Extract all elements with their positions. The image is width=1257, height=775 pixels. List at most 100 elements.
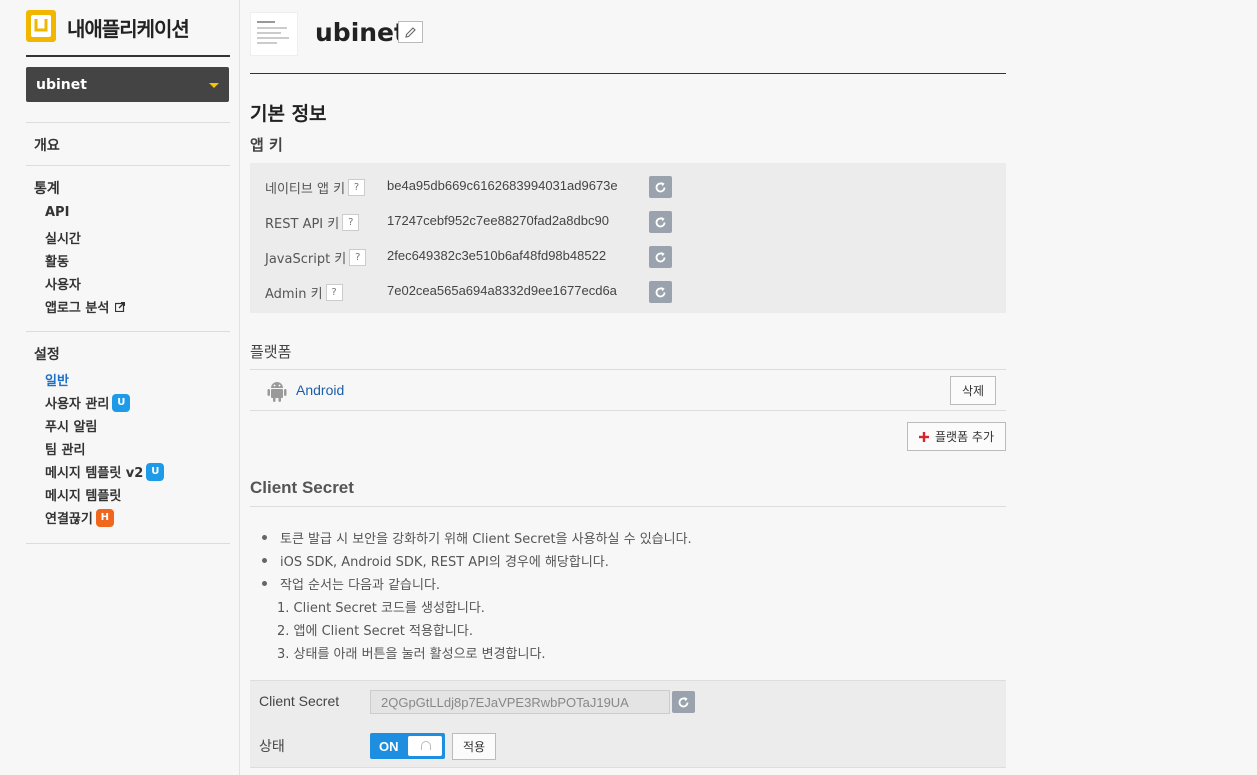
- step-item: 1. Client Secret 코드를 생성합니다.: [277, 601, 485, 616]
- nav-item-label: 사용자: [45, 278, 81, 293]
- section-title-platform: 플랫폼: [250, 343, 292, 361]
- nav-item-label: 일반: [45, 374, 69, 389]
- add-platform-button[interactable]: 플랫폼 추가: [907, 422, 1006, 451]
- key-row-rest-api: REST API 키? 17247cebf952c7ee88270fad2a8d…: [250, 210, 1006, 234]
- nav-item-activity[interactable]: 활동: [45, 251, 69, 270]
- client-secret-field[interactable]: 2QGpGtLLdj8p7EJaVPE3RwbPOTaJ19UA: [370, 690, 670, 714]
- key-value: 2fec649382c3e510b6af48fd98b48522: [387, 248, 607, 263]
- key-label: Admin 키?: [265, 283, 343, 302]
- nav-heading-stats: 통계: [34, 181, 60, 197]
- brand-title: 내애플리케이션: [67, 17, 190, 41]
- refresh-icon: [655, 216, 666, 227]
- app-logo-icon: [26, 10, 56, 42]
- key-label: JavaScript 키?: [265, 248, 367, 267]
- key-value: be4a95db669c6162683994031ad9673e: [387, 178, 618, 193]
- nav-item-label: 사용자 관리: [45, 397, 110, 412]
- nav-item-push-notification[interactable]: 푸시 알림: [45, 416, 97, 435]
- key-row-admin: Admin 키? 7e02cea565a694a8332d9ee1677ecd6…: [250, 280, 1006, 304]
- section-title-basic-info: 기본 정보: [250, 103, 327, 125]
- step-item: 3. 상태를 아래 버튼을 눌러 활성으로 변경합니다.: [277, 647, 546, 662]
- platform-row: Android 삭제: [250, 369, 1006, 411]
- app-name: ubinet: [315, 18, 406, 47]
- nav-heading-settings: 설정: [34, 347, 60, 363]
- app-thumbnail: [250, 12, 298, 56]
- help-icon[interactable]: ?: [325, 284, 343, 301]
- status-toggle[interactable]: ON: [370, 733, 445, 759]
- refresh-icon: [655, 181, 666, 192]
- brand: 내애플리케이션: [26, 9, 230, 57]
- nav-item-users[interactable]: 사용자: [45, 274, 81, 293]
- reissue-key-button[interactable]: [649, 281, 672, 303]
- nav-item-user-management[interactable]: 사용자 관리 U: [45, 393, 131, 412]
- info-bullet: 토큰 발급 시 보안을 강화하기 위해 Client Secret을 사용하실 …: [262, 528, 692, 547]
- key-label: 네이티브 앱 키?: [265, 178, 366, 197]
- app-header: ubinet: [250, 10, 1006, 74]
- nav-item-label: 푸시 알림: [45, 420, 98, 435]
- reissue-key-button[interactable]: [649, 176, 672, 198]
- thumb-line: [257, 42, 277, 44]
- info-bullet: iOS SDK, Android SDK, REST API의 경우에 해당합니…: [262, 551, 609, 570]
- reissue-key-button[interactable]: [649, 246, 672, 268]
- divider: [26, 122, 230, 123]
- add-platform-label: 플랫폼 추가: [934, 430, 994, 444]
- nav-item-label: 메시지 템플릿: [45, 489, 122, 504]
- nav-item-label: 연결끊기: [45, 512, 93, 527]
- divider: [26, 331, 230, 332]
- help-icon[interactable]: ?: [348, 179, 366, 196]
- nav-overview[interactable]: 개요: [34, 135, 60, 155]
- update-badge: U: [146, 462, 165, 481]
- nav-item-label: 팀 관리: [45, 443, 86, 458]
- key-row-javascript: JavaScript 키? 2fec649382c3e510b6af48fd98…: [250, 245, 1006, 269]
- divider: [26, 165, 230, 166]
- platform-android-link[interactable]: Android: [296, 382, 344, 398]
- key-label-text: REST API 키: [265, 217, 340, 232]
- divider: [26, 543, 230, 544]
- delete-platform-button[interactable]: 삭제: [950, 376, 996, 405]
- key-row-native: 네이티브 앱 키? be4a95db669c6162683994031ad967…: [250, 175, 1006, 199]
- toggle-knob: [408, 736, 442, 756]
- help-icon[interactable]: ?: [342, 214, 360, 231]
- key-label-text: JavaScript 키: [265, 252, 347, 267]
- nav-item-realtime[interactable]: 실시간: [45, 228, 81, 247]
- nav-item-label: 활동: [45, 255, 69, 270]
- pencil-icon: [405, 26, 416, 38]
- nav-item-team-management[interactable]: 팀 관리: [45, 439, 85, 458]
- nav-item-message-template-v2[interactable]: 메시지 템플릿 v2 U: [45, 462, 165, 481]
- nav-item-label: 실시간: [45, 232, 81, 247]
- refresh-icon: [655, 251, 666, 262]
- regenerate-secret-button[interactable]: [672, 691, 695, 713]
- reissue-key-button[interactable]: [649, 211, 672, 233]
- bullet-dot: [262, 558, 267, 563]
- help-icon[interactable]: ?: [349, 249, 367, 266]
- bullet-dot: [262, 581, 267, 586]
- toggle-state-label: ON: [379, 739, 399, 754]
- subsection-title-app-keys: 앱 키: [250, 136, 283, 154]
- key-value: 7e02cea565a694a8332d9ee1677ecd6a: [387, 283, 617, 298]
- thumb-line: [257, 32, 281, 34]
- nav-item-app-log-analysis[interactable]: 앱로그 분석: [45, 297, 126, 316]
- caret-down-icon: [209, 83, 219, 88]
- nav-item-api[interactable]: API: [45, 205, 69, 220]
- step-item: 2. 앱에 Client Secret 적용합니다.: [277, 624, 473, 639]
- nav-item-message-template[interactable]: 메시지 템플릿: [45, 485, 121, 504]
- apply-button[interactable]: 적용: [452, 733, 496, 760]
- client-secret-panel: Client Secret 2QGpGtLLdj8p7EJaVPE3RwbPOT…: [250, 680, 1006, 768]
- app-selector-value: ubinet: [36, 76, 87, 93]
- plus-icon: [918, 431, 929, 442]
- nav-item-unlink[interactable]: 연결끊기 H: [45, 508, 114, 527]
- app-selector-dropdown[interactable]: ubinet: [26, 67, 229, 102]
- nav-item-label: 앱로그 분석: [45, 301, 110, 316]
- key-label-text: Admin 키: [265, 287, 323, 302]
- nav-item-general[interactable]: 일반: [45, 370, 69, 389]
- status-label: 상태: [259, 738, 285, 754]
- external-link-icon: [115, 301, 126, 312]
- thumb-line: [257, 21, 275, 23]
- sidebar: 내애플리케이션 ubinet 개요 통계 API 실시간 활동 사용자 앱로그 …: [0, 0, 240, 775]
- refresh-icon: [655, 286, 666, 297]
- section-title-client-secret: Client Secret: [250, 478, 1006, 507]
- key-label-text: 네이티브 앱 키: [265, 182, 346, 197]
- edit-app-name-button[interactable]: [398, 21, 423, 43]
- nav-item-label: API: [45, 205, 70, 220]
- info-bullet: 작업 순서는 다음과 같습니다.: [262, 574, 440, 593]
- thumb-line: [257, 37, 289, 39]
